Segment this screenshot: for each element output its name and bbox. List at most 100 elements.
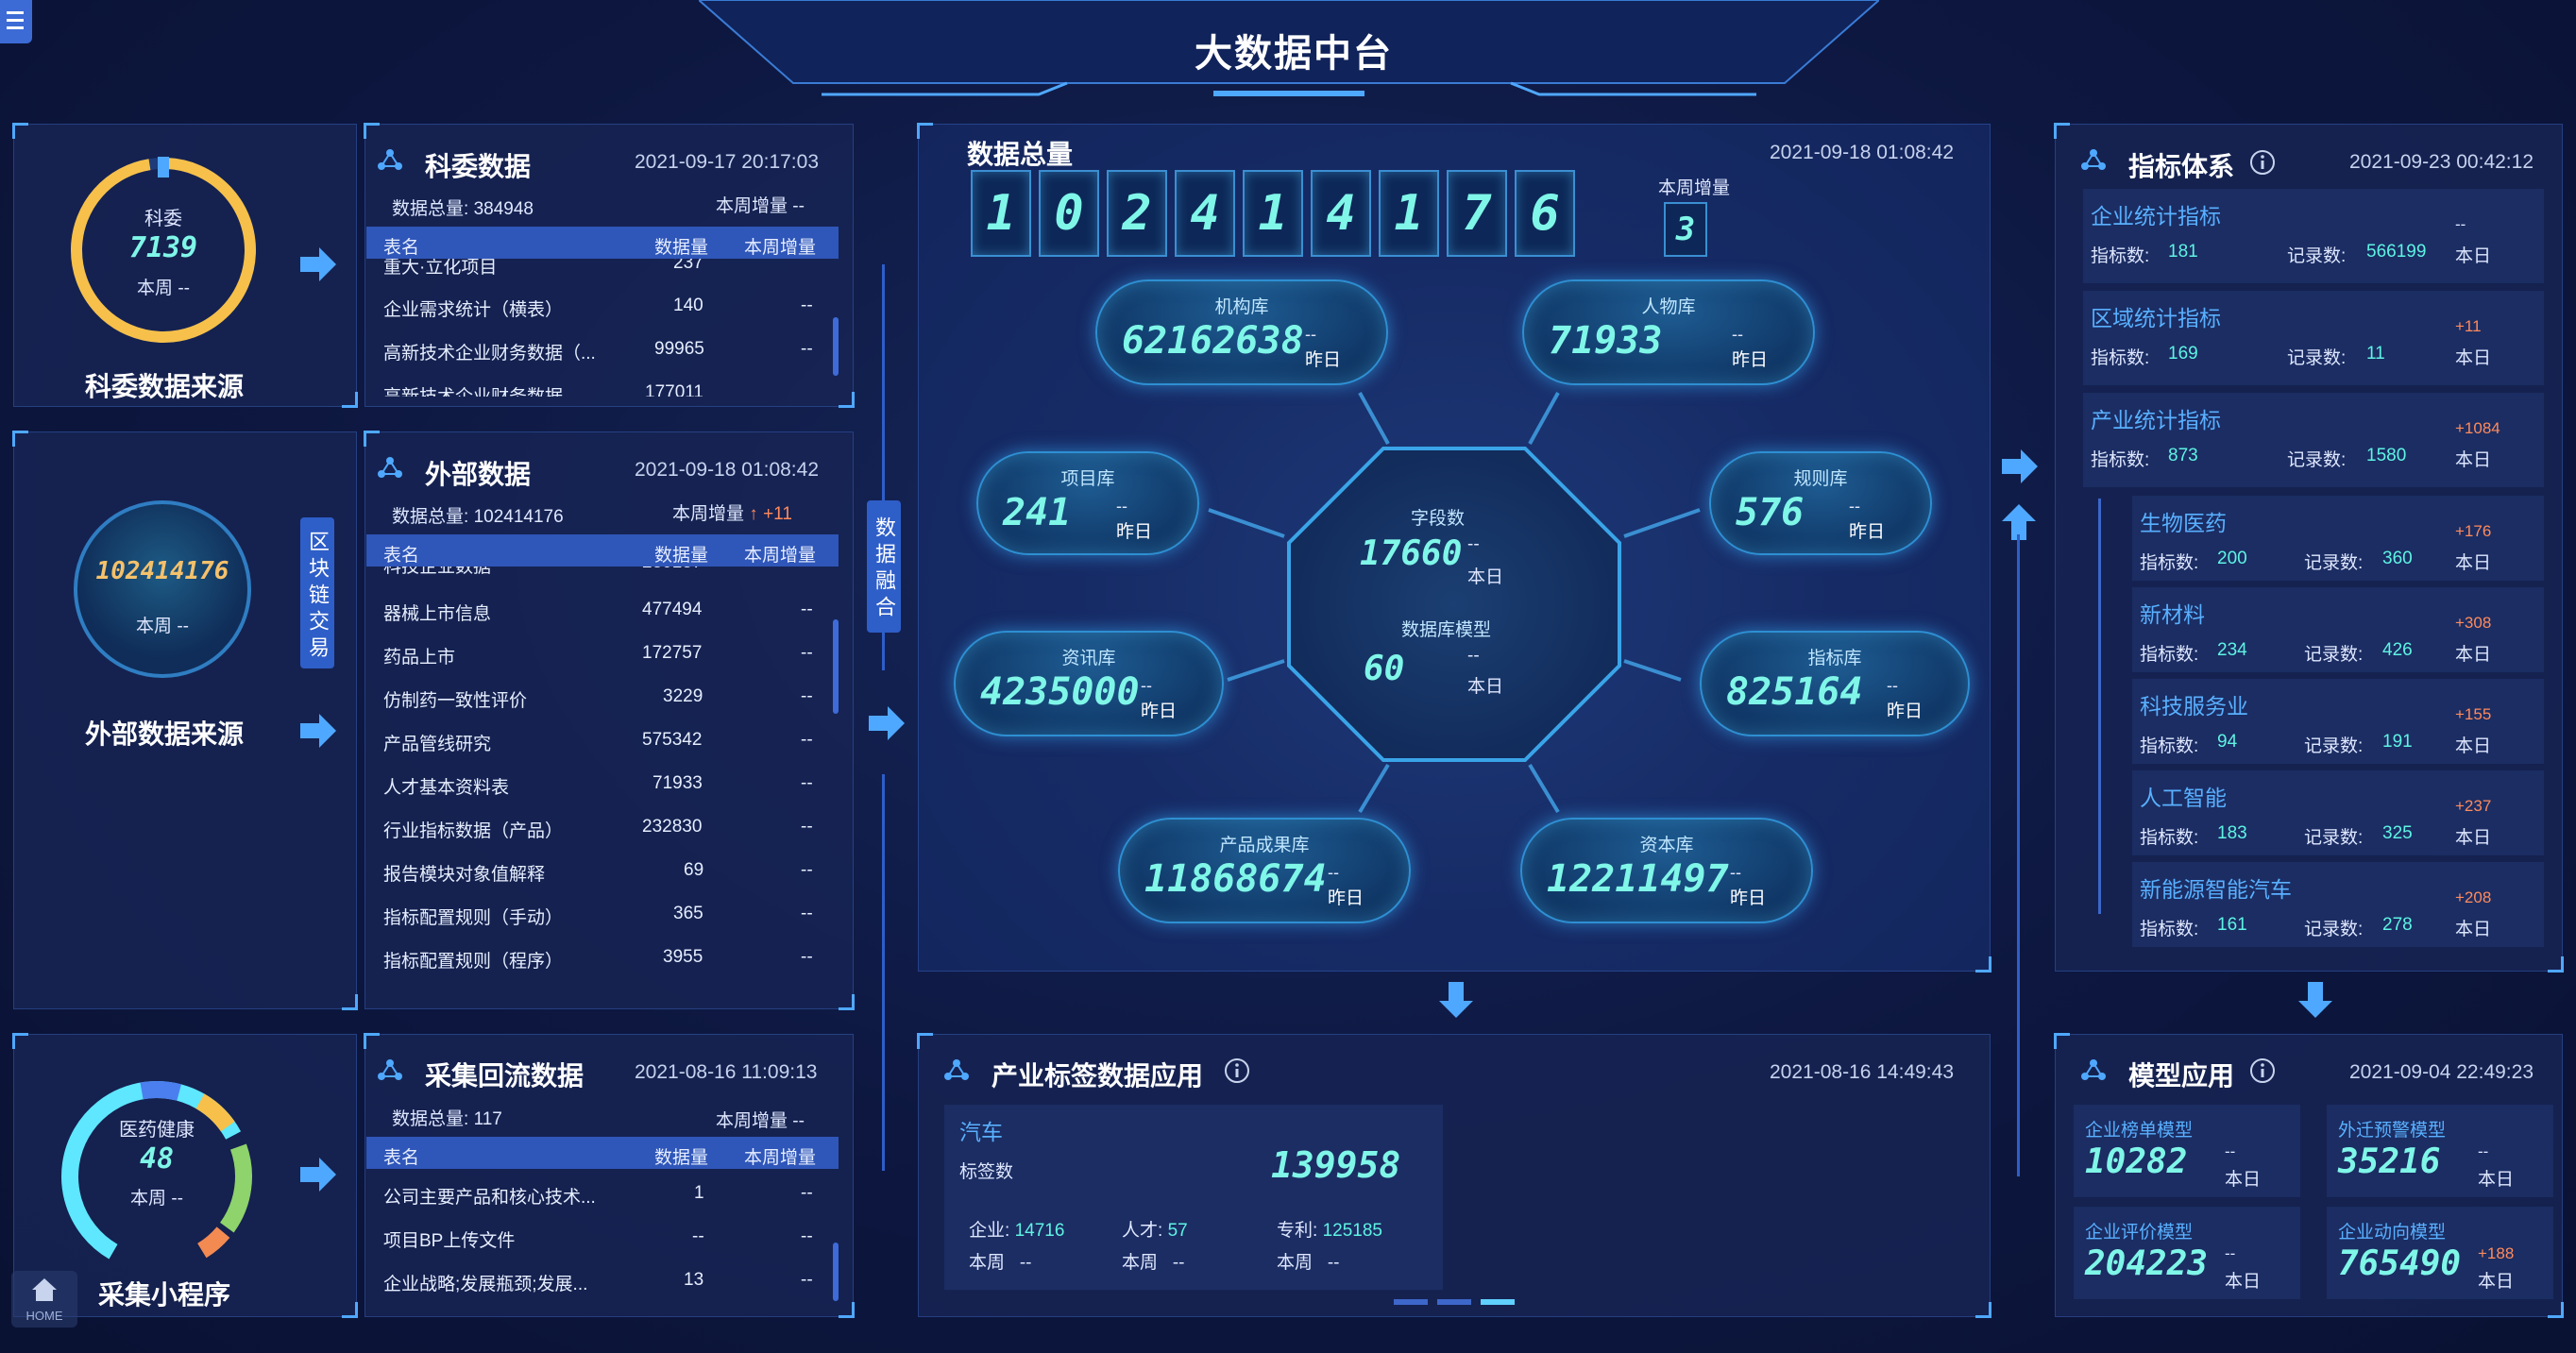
library-pill[interactable]: 指标库 825164 -- 昨日 xyxy=(1700,631,1970,736)
collect-scrollbar[interactable] xyxy=(833,1243,839,1301)
indicator-count: 94 xyxy=(2217,732,2238,752)
table-row[interactable]: 指标配置规则（程序） 3955 -- xyxy=(366,940,839,978)
library-pill-value: 576 xyxy=(1736,491,1805,534)
collect-ring-sub: 本周 -- xyxy=(130,1189,183,1209)
carousel-dot[interactable] xyxy=(1394,1299,1428,1305)
table-row[interactable]: 科技企业数据230137 xyxy=(366,567,839,583)
indicator-period: 本日 xyxy=(2455,828,2492,848)
table-row[interactable]: 人才基本资料表 71933 -- xyxy=(366,767,839,804)
table-row[interactable]: 器械上市信息 477494 -- xyxy=(366,593,839,631)
indicator-name: 区域统计指标 xyxy=(2091,306,2221,330)
indicator-count: 234 xyxy=(2217,640,2247,660)
total-digit: 1 xyxy=(986,185,1016,242)
library-pill-sub: 昨日 xyxy=(1849,522,1886,542)
indicator-record-label: 记录数: xyxy=(2304,736,2364,756)
library-pill-label: 项目库 xyxy=(1060,469,1115,489)
indicator-count: 183 xyxy=(2217,823,2247,843)
tag-stat-talent-sub: 本周 -- xyxy=(1122,1253,1185,1273)
library-pill[interactable]: 项目库 241 -- 昨日 xyxy=(976,451,1199,555)
external-table-body[interactable]: 科技企业数据230137 器械上市信息477494-- 药品上市172757--… xyxy=(366,567,839,987)
data-total-title: 数据总量 xyxy=(967,140,1074,169)
blockchain-trade-tag[interactable]: 区块链交易 xyxy=(300,517,334,668)
indicator-record-label: 记录数: xyxy=(2304,920,2364,939)
arrow-right-icon xyxy=(300,1158,336,1192)
kewei-source-label: 科委数据来源 xyxy=(84,372,244,401)
indicator-record-label: 记录数: xyxy=(2287,348,2347,368)
kewei-ring-value: 7139 xyxy=(128,231,198,264)
library-pill-value: 825164 xyxy=(1726,670,1863,714)
table-row[interactable]: 仿制药一致性评价 3229 -- xyxy=(366,680,839,718)
total-digit: 1 xyxy=(1258,185,1288,242)
field-count-label: 字段数 xyxy=(1411,509,1466,529)
kewei-scrollbar[interactable] xyxy=(833,317,839,376)
model-application-date: 2021-09-04 22:49:23 xyxy=(2349,1061,2534,1083)
indicator-record: 191 xyxy=(2382,732,2413,752)
info-icon[interactable] xyxy=(2249,1057,2276,1084)
menu-icon[interactable] xyxy=(0,0,32,43)
indicator-count-label: 指标数: xyxy=(2091,450,2150,470)
table-row[interactable]: 药品上市 172757 -- xyxy=(366,636,839,674)
carousel-dot-active[interactable] xyxy=(1481,1299,1515,1305)
collect-table-body[interactable]: 公司主要产品和核心技术... 1 -- 项目BP上传文件 -- -- 企业战略;发展瓶颈… xyxy=(366,1171,839,1308)
library-pill-value: 12211497 xyxy=(1547,857,1729,901)
indicator-tree-line xyxy=(2098,499,2101,914)
table-row[interactable]: 企业需求统计（横表） 140 -- xyxy=(366,289,839,327)
indicator-delta: +1084 xyxy=(2455,419,2500,437)
indicator-count-label: 指标数: xyxy=(2140,553,2199,573)
db-model-value: 60 xyxy=(1364,650,1405,688)
model-period: 本日 xyxy=(2225,1272,2262,1292)
model-name: 企业评价模型 xyxy=(2085,1223,2194,1243)
indicator-record: 566199 xyxy=(2366,242,2427,262)
library-pill[interactable]: 规则库 576 -- 昨日 xyxy=(1709,451,1932,555)
center-weekly-label: 本周增量 xyxy=(1658,178,1731,198)
external-total: 数据总量: 102414176 xyxy=(392,507,564,527)
table-row[interactable]: 产品管线研究 575342 -- xyxy=(366,723,839,761)
triangle-nodes-icon xyxy=(378,149,402,170)
indicator-record: 426 xyxy=(2382,640,2413,660)
hub-connectors xyxy=(1208,392,1701,814)
table-row[interactable]: 报告模块对象值解释 69 -- xyxy=(366,854,839,891)
indicator-record: 360 xyxy=(2382,549,2413,568)
library-pill[interactable]: 产品成果库 11868674 -- 昨日 xyxy=(1118,818,1411,923)
tag-count-value: 139958 xyxy=(1271,1144,1401,1186)
info-icon[interactable] xyxy=(1224,1057,1250,1084)
home-label: HOME xyxy=(25,1309,63,1323)
library-pill-dash: -- xyxy=(1141,676,1152,695)
model-dash: -- xyxy=(2478,1142,2489,1160)
table-row[interactable]: 行业指标数据（产品） 232830 -- xyxy=(366,810,839,848)
table-row[interactable]: 高新技术企业财务数据177011 xyxy=(366,376,839,397)
library-pill[interactable]: 资讯库 4235000 -- 昨日 xyxy=(954,631,1224,736)
data-fusion-tag[interactable]: 数据融合 xyxy=(867,500,901,633)
kewei-table-body[interactable]: 重大·立化项目 237 企业需求统计（横表） 140 -- 高新技术企业财务数据（..… xyxy=(366,259,839,397)
indicator-delta: +237 xyxy=(2455,797,2492,815)
indicator-count: 181 xyxy=(2168,242,2198,262)
info-icon[interactable] xyxy=(2249,149,2276,176)
field-count-dash: -- xyxy=(1467,534,1480,554)
indicator-name: 新材料 xyxy=(2140,602,2205,627)
model-name: 企业榜单模型 xyxy=(2085,1121,2194,1141)
external-date: 2021-09-18 01:08:42 xyxy=(635,459,819,481)
table-row[interactable]: 企业战略;发展瓶颈;发展... 13 -- xyxy=(366,1263,839,1301)
indicator-count: 161 xyxy=(2217,915,2247,935)
indicator-period: 本日 xyxy=(2455,645,2492,665)
kewei-ring-sub: 本周 -- xyxy=(137,279,190,298)
indicator-period: 本日 xyxy=(2455,450,2492,470)
indicator-count: 873 xyxy=(2168,446,2198,465)
home-button[interactable]: HOME xyxy=(11,1271,77,1328)
tag-stat-patent: 专利: 125185 xyxy=(1277,1221,1382,1241)
table-row[interactable]: 公司主要产品和核心技术... 1 -- xyxy=(366,1176,839,1214)
table-row[interactable]: 重大·立化项目 237 xyxy=(366,259,839,284)
tag-stat-patent-sub: 本周 -- xyxy=(1277,1253,1340,1273)
indicator-count-label: 指标数: xyxy=(2140,828,2199,848)
library-pill[interactable]: 机构库 62162638 -- 昨日 xyxy=(1095,279,1388,385)
total-digit-box: 7 xyxy=(1447,170,1507,257)
external-scrollbar[interactable] xyxy=(833,619,839,714)
table-row[interactable]: 高新技术企业财务数据（... 99965 -- xyxy=(366,332,839,370)
db-model-dash: -- xyxy=(1467,646,1480,666)
model-period: 本日 xyxy=(2225,1170,2262,1190)
library-pill[interactable]: 资本库 12211497 -- 昨日 xyxy=(1520,818,1813,923)
table-row[interactable]: 项目BP上传文件 -- -- xyxy=(366,1220,839,1258)
library-pill[interactable]: 人物库 71933 -- 昨日 xyxy=(1522,279,1815,385)
table-row[interactable]: 指标配置规则（手动） 365 -- xyxy=(366,897,839,935)
carousel-dot[interactable] xyxy=(1437,1299,1471,1305)
